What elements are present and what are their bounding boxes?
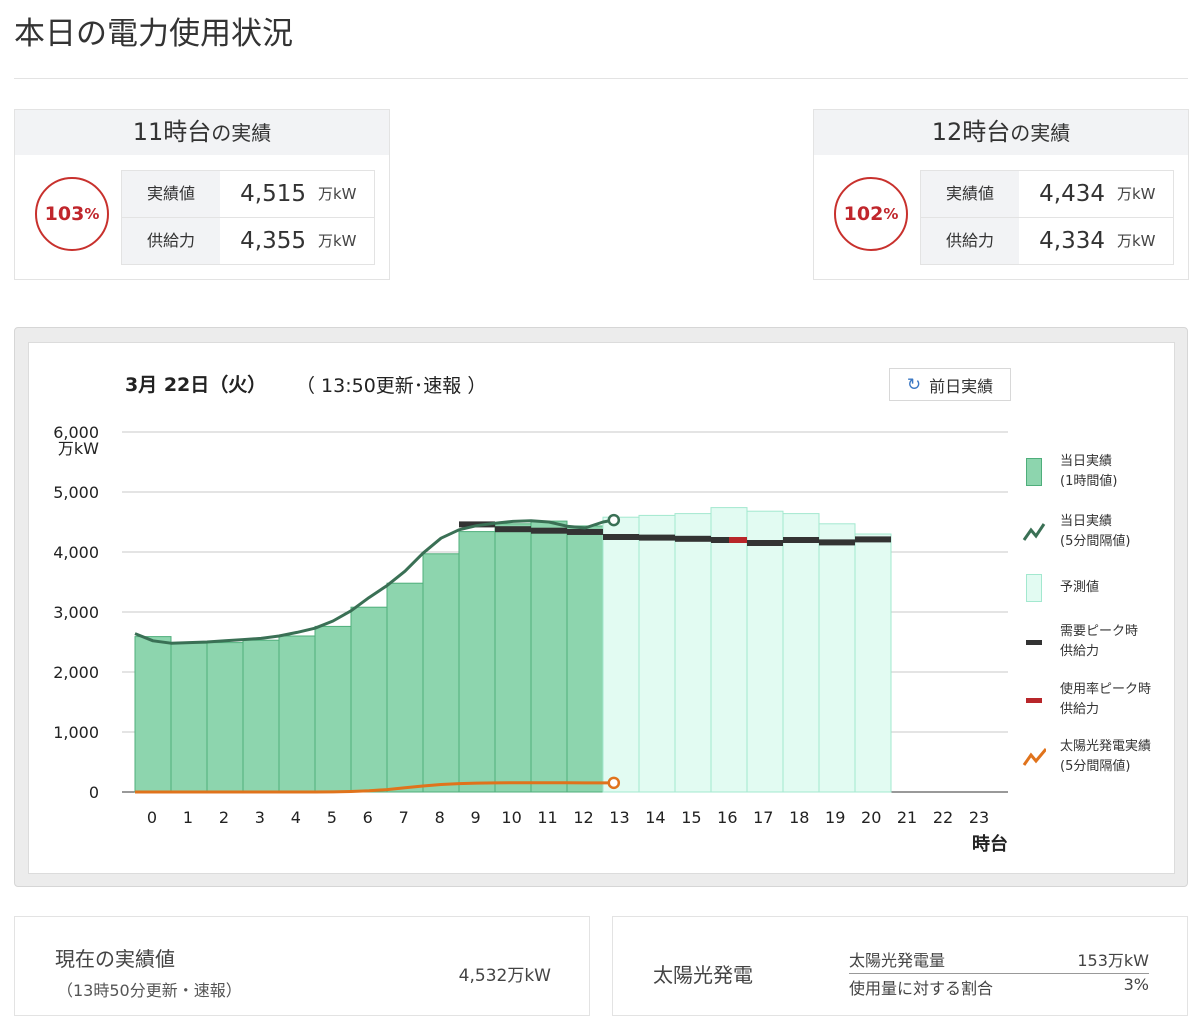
peak-supply-mark: [819, 539, 855, 546]
x-tick-label: 22: [933, 808, 953, 827]
legend-item: 使用率ピーク時 供給力: [1022, 680, 1151, 720]
peak-supply-mark: [495, 526, 531, 533]
actual-bar: [170, 642, 208, 793]
legend-item: 当日実績 (5分間隔値): [1022, 512, 1130, 552]
actual-bar: [134, 636, 172, 793]
legend-item: 需要ピーク時 供給力: [1022, 622, 1138, 662]
peak-supply-mark: [783, 537, 819, 543]
y-tick-label: 4,000: [53, 543, 99, 562]
legend-label: 当日実績 (5分間隔値): [1060, 514, 1131, 549]
x-tick-label: 20: [861, 808, 881, 827]
actual-bar: [458, 531, 496, 793]
mint-bar-icon: [1022, 574, 1046, 602]
x-tick-label: 12: [573, 808, 593, 827]
orange-line-icon: [1022, 743, 1046, 771]
x-tick-label: 7: [399, 808, 409, 827]
forecast-bar: [746, 510, 784, 793]
forecast-bar: [710, 507, 748, 793]
solar-title: 太陽光発電: [653, 963, 753, 987]
legend-label: 使用率ピーク時 供給力: [1060, 682, 1152, 717]
red-dash-icon: [1022, 686, 1046, 714]
actual-bar: [530, 520, 568, 793]
forecast-bar: [638, 514, 676, 793]
x-tick-label: 16: [717, 808, 737, 827]
solar-ratio-value: 3%: [1123, 975, 1149, 994]
peak-supply-mark: [531, 527, 567, 534]
x-tick-label: 6: [363, 808, 373, 827]
legend-item: 予測値: [1022, 574, 1099, 602]
black-dash-icon: [1022, 628, 1046, 656]
solar-output-row: 太陽光発電量 153万kW: [849, 947, 1149, 974]
legend-label: 太陽光発電実績 (5分間隔値): [1060, 739, 1152, 774]
legend-label: 当日実績 (1時間値): [1060, 454, 1118, 489]
current-title: 現在の実績値: [55, 947, 175, 971]
current-actual-card: 現在の実績値 （13時50分更新・速報） 4,532万kW: [14, 916, 590, 1016]
peak-supply-mark: [747, 540, 783, 546]
x-tick-label: 18: [789, 808, 809, 827]
actual-bar: [386, 582, 424, 793]
solar-output-label: 太陽光発電量: [849, 951, 946, 970]
actual-bar: [494, 523, 532, 793]
x-tick-label: 9: [471, 808, 481, 827]
solar-output-value: 153万kW: [1077, 951, 1149, 970]
current-value: 4,532万kW: [458, 966, 551, 986]
forecast-bar: [854, 533, 892, 793]
green-line-icon: [1022, 518, 1046, 546]
demand-5min-line-end-marker: [607, 513, 621, 527]
x-tick-label: 17: [753, 808, 773, 827]
legend-item: 当日実績 (1時間値): [1022, 452, 1117, 492]
demand-chart: 01,0002,0003,0004,0005,0006,000万kW0 1 2 3 4 5…: [53, 423, 1008, 855]
x-tick-label: 1: [183, 808, 193, 827]
usage-peak-supply-mark: [729, 537, 747, 543]
x-tick-label: 19: [825, 808, 845, 827]
solar-ratio-label: 使用量に対する割合: [849, 979, 994, 998]
y-tick-label: 3,000: [53, 603, 99, 622]
y-tick-label: 1,000: [53, 723, 99, 742]
legend-label: 予測値: [1060, 580, 1100, 595]
forecast-bar: [782, 513, 820, 793]
x-tick-label: 21: [897, 808, 917, 827]
x-tick-label: 4: [291, 808, 301, 827]
y-axis-unit: 万kW: [58, 439, 99, 458]
x-tick-label: 23: [969, 808, 989, 827]
current-subtitle: （13時50分更新・速報）: [57, 981, 242, 1000]
x-tick-label: 3: [255, 808, 265, 827]
peak-supply-mark: [675, 535, 711, 542]
green-bar-icon: [1022, 458, 1046, 486]
forecast-bar: [602, 516, 640, 793]
peak-supply-mark: [603, 534, 639, 540]
peak-supply-mark: [639, 534, 675, 541]
peak-supply-mark: [855, 536, 891, 543]
actual-bar: [242, 639, 280, 793]
forecast-bar: [674, 513, 712, 793]
y-tick-label: 0: [89, 783, 99, 802]
solar-ratio-row: 使用量に対する割合 3%: [849, 975, 1149, 999]
y-tick-label: 2,000: [53, 663, 99, 682]
x-tick-label: 8: [435, 808, 445, 827]
solar-card: 太陽光発電 太陽光発電量 153万kW 使用量に対する割合 3%: [612, 916, 1188, 1016]
x-tick-label: 14: [645, 808, 665, 827]
x-tick-label: 15: [681, 808, 701, 827]
actual-bar: [350, 606, 388, 793]
legend-item: 太陽光発電実績 (5分間隔値): [1022, 737, 1151, 777]
actual-bar: [278, 635, 316, 793]
x-tick-label: 0: [147, 808, 157, 827]
forecast-bar: [818, 523, 856, 793]
x-axis-label: 時台: [972, 833, 1008, 855]
legend-label: 需要ピーク時 供給力: [1060, 624, 1139, 659]
y-tick-label: 5,000: [53, 483, 99, 502]
actual-bar: [566, 525, 604, 793]
x-tick-label: 10: [501, 808, 521, 827]
x-tick-label: 5: [327, 808, 337, 827]
x-tick-label: 11: [537, 808, 557, 827]
x-tick-label: 13: [609, 808, 629, 827]
actual-bar: [314, 625, 352, 793]
solar-5min-line-end-marker: [607, 776, 621, 790]
actual-bar: [422, 553, 460, 793]
actual-bar: [206, 642, 244, 793]
x-tick-label: 2: [219, 808, 229, 827]
peak-supply-mark: [567, 528, 603, 535]
